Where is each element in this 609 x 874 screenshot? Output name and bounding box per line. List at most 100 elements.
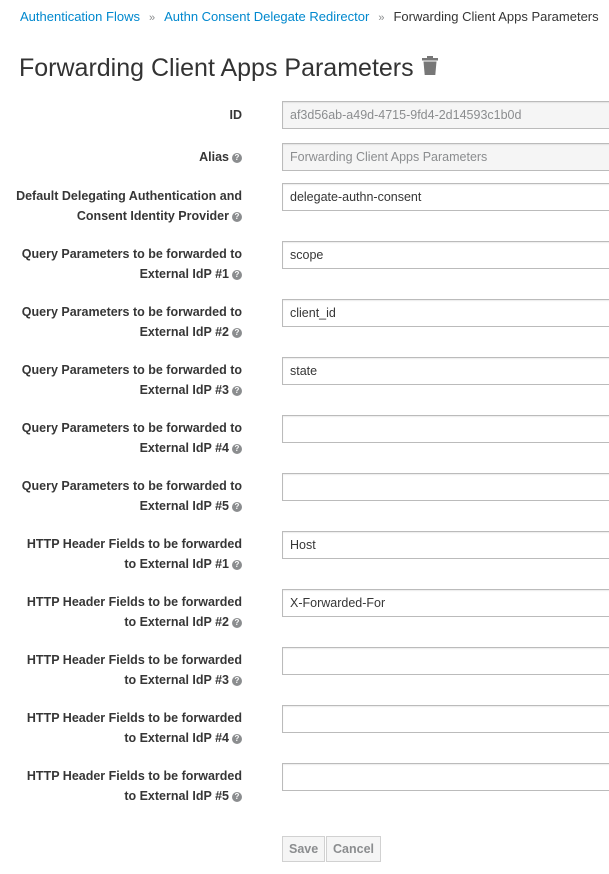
field-input: Forwarding Client Apps Parameters bbox=[282, 143, 609, 171]
field-label: HTTP Header Fields to be forwarded to Ext… bbox=[2, 534, 242, 574]
field-label-line: HTTP Header Fields to be forwarded bbox=[2, 592, 242, 612]
field-input[interactable] bbox=[282, 415, 609, 443]
breadcrumb-current: Forwarding Client Apps Parameters bbox=[393, 9, 599, 24]
help-icon[interactable]: ? bbox=[232, 675, 242, 686]
field-label-line: HTTP Header Fields to be forwarded bbox=[2, 650, 242, 670]
field-label-line: Default Delegating Authentication and bbox=[2, 186, 242, 206]
help-icon[interactable]: ? bbox=[232, 501, 242, 512]
field-label-text: to External IdP #3 bbox=[124, 673, 229, 687]
form-row: Query Parameters to be forwarded to Exter… bbox=[0, 299, 609, 339]
field-label: HTTP Header Fields to be forwarded to Ext… bbox=[2, 708, 242, 748]
field-label-line: Query Parameters to be forwarded to bbox=[2, 360, 242, 380]
breadcrumb: Authentication Flows » Authn Consent Deleg… bbox=[20, 9, 599, 24]
form-row: Query Parameters to be forwarded to Exter… bbox=[0, 473, 609, 513]
field-input[interactable] bbox=[282, 473, 609, 501]
form-row: Alias? Forwarding Client Apps Parameters bbox=[0, 143, 609, 183]
form-row: HTTP Header Fields to be forwarded to Ext… bbox=[0, 705, 609, 745]
help-icon[interactable]: ? bbox=[232, 385, 242, 396]
field-label: Query Parameters to be forwarded to Exter… bbox=[2, 418, 242, 458]
field-input[interactable] bbox=[282, 763, 609, 791]
field-label-text: External IdP #2 bbox=[139, 325, 229, 339]
field-label-line: Consent Identity Provider? bbox=[2, 206, 242, 226]
field-label-line: Query Parameters to be forwarded to bbox=[2, 244, 242, 264]
breadcrumb-flow[interactable]: Authn Consent Delegate Redirector bbox=[164, 9, 369, 24]
help-icon[interactable]: ? bbox=[232, 559, 242, 570]
field-input: af3d56ab-a49d-4715-9fd4-2d14593c1b0d bbox=[282, 101, 609, 129]
help-icon[interactable]: ? bbox=[232, 327, 242, 338]
field-label-text: HTTP Header Fields to be forwarded bbox=[26, 653, 242, 667]
trash-icon[interactable] bbox=[421, 53, 438, 82]
field-label-text: to External IdP #2 bbox=[124, 615, 229, 629]
form-row: ID af3d56ab-a49d-4715-9fd4-2d14593c1b0d bbox=[0, 101, 609, 141]
field-label-text: External IdP #5 bbox=[139, 499, 229, 513]
breadcrumb-separator: » bbox=[378, 12, 385, 24]
form-row: HTTP Header Fields to be forwarded to Ext… bbox=[0, 647, 609, 687]
help-icon[interactable]: ? bbox=[232, 152, 242, 163]
field-label-line: External IdP #5? bbox=[2, 496, 242, 516]
field-label: Query Parameters to be forwarded to Exter… bbox=[2, 360, 242, 400]
field-label: HTTP Header Fields to be forwarded to Ext… bbox=[2, 650, 242, 690]
help-icon[interactable]: ? bbox=[232, 211, 242, 222]
field-value: delegate-authn-consent bbox=[290, 190, 422, 204]
field-input[interactable]: scope bbox=[282, 241, 609, 269]
cancel-button[interactable]: Cancel bbox=[326, 836, 381, 862]
field-value: X-Forwarded-For bbox=[290, 596, 386, 610]
field-value: af3d56ab-a49d-4715-9fd4-2d14593c1b0d bbox=[290, 108, 522, 122]
field-input[interactable]: state bbox=[282, 357, 609, 385]
form-row: Query Parameters to be forwarded to Exter… bbox=[0, 415, 609, 455]
field-value: state bbox=[290, 364, 318, 378]
field-label-line: External IdP #1? bbox=[2, 264, 242, 284]
field-label-line: ID bbox=[2, 105, 243, 125]
breadcrumb-authentication-flows[interactable]: Authentication Flows bbox=[20, 9, 140, 24]
field-label-line: Alias? bbox=[2, 147, 242, 167]
save-button[interactable]: Save bbox=[282, 836, 326, 862]
field-label-text: Query Parameters to be forwarded to bbox=[21, 305, 242, 319]
field-label-text: Default Delegating Authentication and bbox=[16, 189, 242, 203]
field-label-text: Query Parameters to be forwarded to bbox=[21, 363, 242, 377]
form-row: Query Parameters to be forwarded to Exter… bbox=[0, 357, 609, 397]
field-input[interactable]: X-Forwarded-For bbox=[282, 589, 609, 617]
field-label-line: HTTP Header Fields to be forwarded bbox=[2, 534, 242, 554]
field-value: scope bbox=[290, 248, 324, 262]
field-input[interactable]: client_id bbox=[282, 299, 609, 327]
field-label-text: HTTP Header Fields to be forwarded bbox=[26, 711, 242, 725]
page-title: Forwarding Client Apps Parameters bbox=[19, 54, 414, 82]
field-label-text: External IdP #1 bbox=[139, 267, 229, 281]
field-input[interactable] bbox=[282, 705, 609, 733]
field-label-text: to External IdP #4 bbox=[124, 731, 229, 745]
field-label-line: to External IdP #5? bbox=[2, 786, 242, 806]
field-label-line: to External IdP #3? bbox=[2, 670, 242, 690]
field-label-text: Query Parameters to be forwarded to bbox=[21, 479, 242, 493]
field-label-text: Alias bbox=[199, 150, 229, 164]
field-label-text: External IdP #3 bbox=[139, 383, 229, 397]
field-label-text: Query Parameters to be forwarded to bbox=[21, 247, 242, 261]
field-label-line: Query Parameters to be forwarded to bbox=[2, 418, 242, 438]
field-label: Query Parameters to be forwarded to Exter… bbox=[2, 476, 242, 516]
field-label-text: to External IdP #1 bbox=[124, 557, 229, 571]
form-row: Default Delegating Authentication and Con… bbox=[0, 183, 609, 223]
field-input[interactable]: Host bbox=[282, 531, 609, 559]
form-row: HTTP Header Fields to be forwarded to Ext… bbox=[0, 531, 609, 571]
help-icon[interactable]: ? bbox=[232, 791, 242, 802]
field-label-line: to External IdP #2? bbox=[2, 612, 242, 632]
field-label-line: External IdP #2? bbox=[2, 322, 242, 342]
field-label-text: HTTP Header Fields to be forwarded bbox=[26, 595, 242, 609]
field-label-line: HTTP Header Fields to be forwarded bbox=[2, 708, 242, 728]
field-value: Host bbox=[290, 538, 316, 552]
field-label-text: Query Parameters to be forwarded to bbox=[21, 421, 242, 435]
help-icon[interactable]: ? bbox=[232, 443, 242, 454]
field-label: Default Delegating Authentication and Con… bbox=[2, 186, 242, 226]
help-icon[interactable]: ? bbox=[232, 733, 242, 744]
field-input[interactable]: delegate-authn-consent bbox=[282, 183, 609, 211]
field-label-line: Query Parameters to be forwarded to bbox=[2, 476, 242, 496]
help-icon[interactable]: ? bbox=[232, 617, 242, 628]
field-label-text: ID bbox=[229, 108, 243, 122]
form-row: Query Parameters to be forwarded to Exter… bbox=[0, 241, 609, 281]
field-label: Query Parameters to be forwarded to Exter… bbox=[2, 244, 242, 284]
field-input[interactable] bbox=[282, 647, 609, 675]
field-label-text: Consent Identity Provider bbox=[76, 209, 229, 223]
field-label-line: Query Parameters to be forwarded to bbox=[2, 302, 242, 322]
help-icon[interactable]: ? bbox=[232, 269, 242, 280]
field-label-line: to External IdP #4? bbox=[2, 728, 242, 748]
field-label-line: HTTP Header Fields to be forwarded bbox=[2, 766, 242, 786]
